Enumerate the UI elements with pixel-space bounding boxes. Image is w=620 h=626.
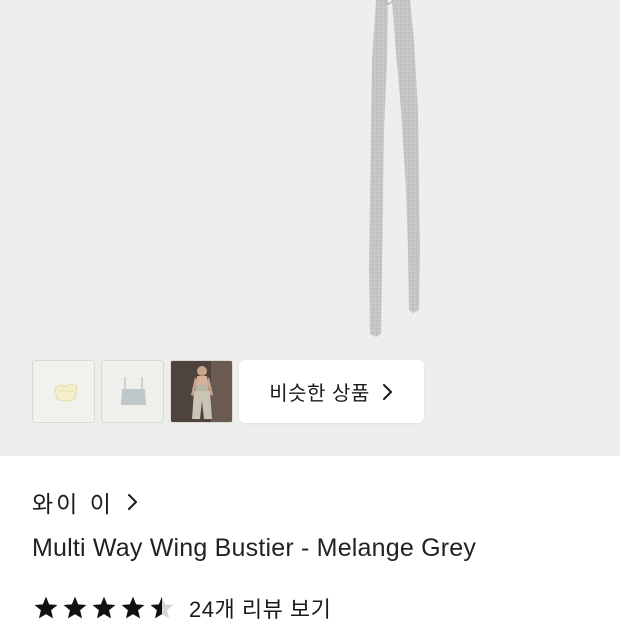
rating-row: 24개 리뷰 보기 [33,590,331,626]
brand-name: 와이 이 [32,491,114,517]
thumbnail-grey-top[interactable] [101,360,164,423]
thumbnail-model-photo[interactable] [170,360,233,423]
brand-link[interactable]: 와이 이 [32,484,140,520]
chevron-right-icon [382,383,392,400]
star-icon [121,596,145,619]
model-photo-image [171,361,232,422]
review-link[interactable]: 24개 리뷰 보기 [189,592,331,624]
star-icon [63,596,87,619]
star-icon [150,596,174,619]
star-icon [92,596,116,619]
thumbnail-strip: 비슷한 상품 [32,360,424,423]
yellow-top-image [33,361,94,422]
star-icon [34,596,58,619]
similar-products-label: 비슷한 상품 [269,383,370,405]
chevron-right-icon [127,494,137,510]
product-image[interactable]: 비슷한 상품 [0,0,620,456]
similar-products-button[interactable]: 비슷한 상품 [239,360,424,423]
product-title: Multi Way Wing Bustier - Melange Grey [32,534,477,562]
grey-top-image [102,361,163,422]
star-rating [33,595,175,621]
thumbnail-yellow-top[interactable] [32,360,95,423]
